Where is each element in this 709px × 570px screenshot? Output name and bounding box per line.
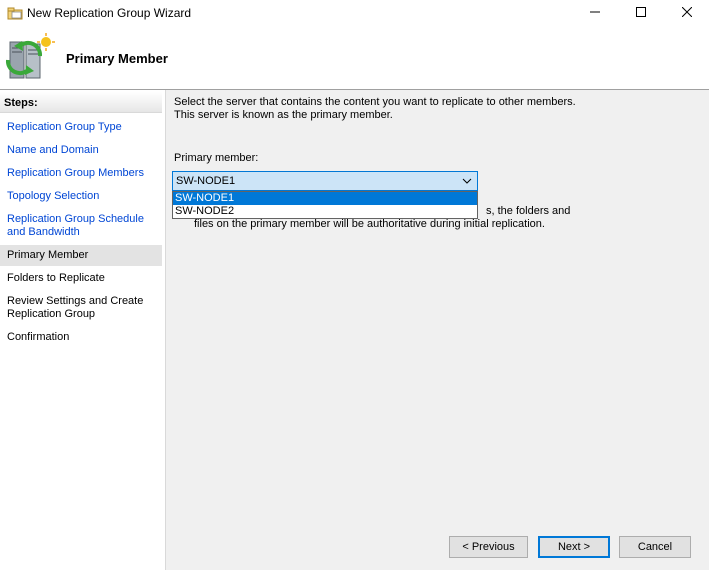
combo-selected-value: SW-NODE1 xyxy=(176,175,236,187)
step-replication-group-type[interactable]: Replication Group Type xyxy=(0,121,162,134)
step-review-settings: Review Settings and Create Replication G… xyxy=(7,295,144,320)
steps-heading: Steps: xyxy=(0,92,162,113)
title-bar: New Replication Group Wizard xyxy=(0,0,709,26)
content-pane: Select the server that contains the cont… xyxy=(165,90,709,570)
step-schedule-and-bandwidth[interactable]: Replication Group Schedule and Bandwidth xyxy=(0,213,162,239)
maximize-icon xyxy=(636,6,646,20)
step-confirmation: Confirmation xyxy=(7,331,70,343)
primary-member-combobox[interactable]: SW-NODE1 xyxy=(172,171,478,191)
step-name-and-domain[interactable]: Name and Domain xyxy=(0,144,162,157)
dropdown-option-sw-node1[interactable]: SW-NODE1 xyxy=(173,192,477,205)
minimize-button[interactable] xyxy=(572,0,618,26)
step-replication-group-members[interactable]: Replication Group Members xyxy=(0,167,162,180)
step-topology-selection[interactable]: Topology Selection xyxy=(0,190,162,203)
intro-text: Select the server that contains the cont… xyxy=(174,96,576,121)
minimize-icon xyxy=(590,6,600,20)
cancel-button[interactable]: Cancel xyxy=(619,536,691,558)
step-primary-member: Primary Member xyxy=(0,245,162,266)
window-title: New Replication Group Wizard xyxy=(27,6,192,20)
next-button[interactable]: Next > xyxy=(538,536,610,558)
close-icon xyxy=(681,6,693,20)
note-text-line1: s, the folders and xyxy=(486,205,571,217)
server-replication-icon xyxy=(4,32,56,84)
maximize-button[interactable] xyxy=(618,0,664,26)
wizard-header: Primary Member xyxy=(0,26,709,90)
previous-button[interactable]: < Previous xyxy=(449,536,528,558)
replication-wizard-icon xyxy=(7,5,23,20)
chevron-down-icon[interactable] xyxy=(461,175,473,187)
primary-member-dropdown-list: SW-NODE1 SW-NODE2 xyxy=(172,191,478,219)
steps-pane: Steps: Replication Group Type Name and D… xyxy=(0,90,162,570)
step-folders-to-replicate: Folders to Replicate xyxy=(7,272,105,284)
primary-member-label: Primary member: xyxy=(174,152,259,164)
dropdown-option-sw-node2[interactable]: SW-NODE2 xyxy=(173,205,477,218)
close-button[interactable] xyxy=(664,0,709,26)
note-text-line2: files on the primary member will be auth… xyxy=(194,218,545,230)
page-title: Primary Member xyxy=(66,51,168,66)
